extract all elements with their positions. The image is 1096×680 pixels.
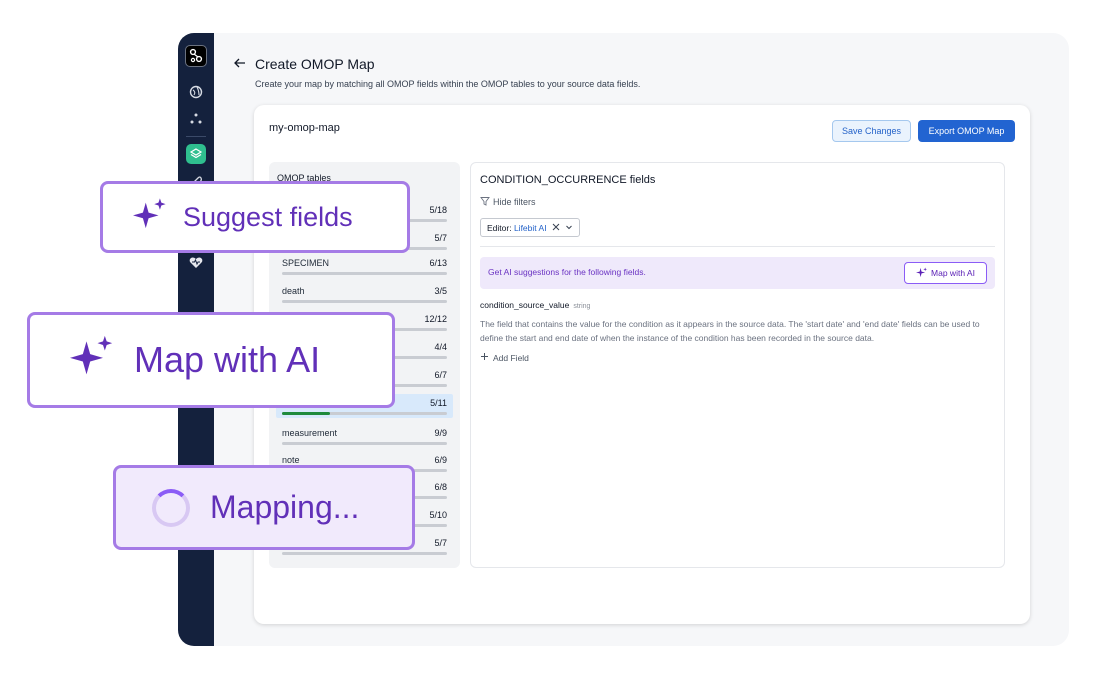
hide-filters-toggle[interactable]: Hide filters <box>480 196 536 208</box>
table-name: death <box>282 286 305 296</box>
table-mapped-count: 6/13 <box>429 258 447 268</box>
chevron-down-icon[interactable] <box>565 223 573 233</box>
table-mapped-count: 3/5 <box>434 286 447 296</box>
table-progress-bar <box>282 442 447 445</box>
omop-table-row[interactable]: measurement 9/9 <box>276 424 453 448</box>
omop-table-row[interactable]: SPECIMEN 6/13 <box>276 254 453 278</box>
app-logo-icon[interactable] <box>185 45 207 67</box>
editor-filter-label: Editor: Lifebit AI <box>487 222 547 233</box>
layers-icon[interactable] <box>186 144 206 164</box>
table-mapped-count: 5/7 <box>434 233 447 243</box>
save-changes-button[interactable]: Save Changes <box>832 120 911 142</box>
editor-filter-chip[interactable]: Editor: Lifebit AI <box>480 218 580 237</box>
table-name: SPECIMEN <box>282 258 330 268</box>
field-type: string <box>573 303 591 310</box>
table-mapped-count: 6/9 <box>434 455 447 465</box>
table-progress-bar <box>282 300 447 303</box>
map-with-ai-callout-label: Map with AI <box>134 339 321 380</box>
filter-icon <box>480 196 490 208</box>
table-mapped-count: 5/11 <box>430 398 447 408</box>
fields-panel: CONDITION_OCCURRENCE fields Hide filters… <box>470 162 1005 568</box>
clear-filter-icon[interactable] <box>552 223 560 233</box>
table-mapped-count: 4/4 <box>434 342 447 352</box>
add-field-button[interactable]: Add Field <box>480 352 529 363</box>
heart-monitor-icon[interactable] <box>187 253 205 271</box>
table-progress-bar <box>282 412 447 415</box>
table-mapped-count: 12/12 <box>424 314 447 324</box>
add-field-label: Add Field <box>493 352 529 363</box>
field-entry[interactable]: condition_source_value string <box>480 300 590 310</box>
sparkle-icon <box>70 334 114 387</box>
sparkle-icon <box>133 197 167 238</box>
sparkle-icon <box>916 266 928 280</box>
omop-table-row[interactable]: death 3/5 <box>276 282 453 306</box>
rail-divider <box>186 136 206 137</box>
table-mapped-count: 9/9 <box>434 428 447 438</box>
loading-spinner-icon <box>152 488 190 527</box>
page-subtitle: Create your map by matching all OMOP fie… <box>255 79 641 89</box>
fields-divider <box>480 246 995 247</box>
mapping-callout: Mapping... <box>113 465 415 550</box>
map-with-ai-button[interactable]: Map with AI <box>904 262 987 284</box>
ai-suggestions-banner: Get AI suggestions for the following fie… <box>480 257 995 289</box>
table-name: measurement <box>282 428 338 438</box>
table-mapped-count: 5/7 <box>434 538 447 548</box>
suggest-fields-callout: Suggest fields <box>100 181 410 253</box>
globe-icon[interactable] <box>187 83 205 101</box>
table-mapped-count: 5/10 <box>429 510 447 520</box>
table-mapped-count: 5/18 <box>429 205 447 215</box>
ai-banner-text: Get AI suggestions for the following fie… <box>488 267 646 277</box>
suggest-fields-label: Suggest fields <box>183 201 353 232</box>
table-mapped-count: 6/7 <box>434 370 447 380</box>
table-mapped-count: 6/8 <box>434 482 447 492</box>
map-with-ai-label: Map with AI <box>931 268 975 278</box>
nodes-icon[interactable] <box>187 110 205 128</box>
editor-filter-value: Lifebit AI <box>513 222 547 233</box>
table-progress-fill <box>282 412 330 415</box>
hide-filters-label: Hide filters <box>493 197 536 207</box>
map-with-ai-callout: Map with AI <box>27 312 395 408</box>
plus-icon <box>480 352 489 363</box>
table-progress-bar <box>282 272 447 275</box>
mapping-label: Mapping... <box>210 489 360 525</box>
table-name: note <box>282 455 300 465</box>
fields-panel-title: CONDITION_OCCURRENCE fields <box>480 174 656 186</box>
field-name: condition_source_value <box>480 300 570 310</box>
field-description: The field that contains the value for th… <box>480 319 980 343</box>
export-omop-map-button[interactable]: Export OMOP Map <box>918 120 1015 142</box>
page-title: Create OMOP Map <box>255 56 375 72</box>
table-progress-bar <box>282 552 447 555</box>
back-arrow-icon[interactable] <box>232 55 248 71</box>
map-name: my-omop-map <box>269 122 340 134</box>
